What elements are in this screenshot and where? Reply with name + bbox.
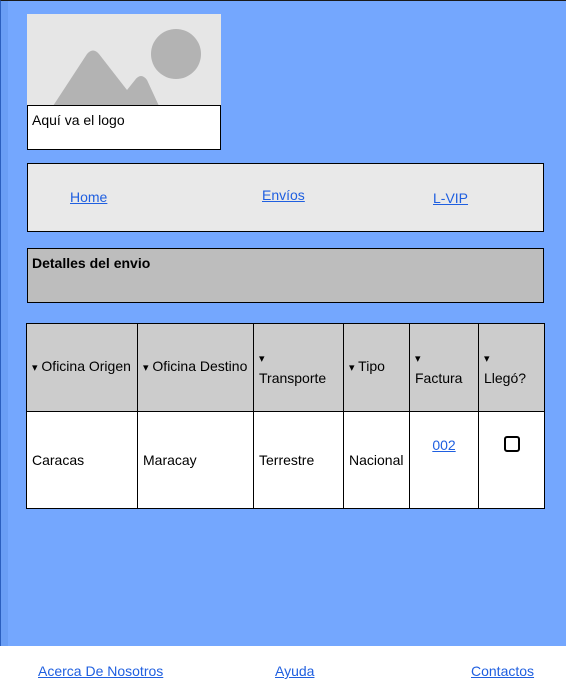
cell-origen: Caracas	[26, 411, 138, 509]
cell-tipo: Nacional	[343, 411, 410, 509]
sort-arrow-icon: ▾	[415, 352, 421, 365]
image-placeholder-icon	[53, 29, 201, 106]
column-header-transporte[interactable]: ▾ Transporte	[253, 323, 344, 412]
sort-arrow-icon: ▾	[259, 352, 265, 365]
sort-arrow-icon: ▾	[349, 362, 355, 374]
cell-factura: 002	[409, 411, 479, 509]
shipment-table: ▾ Oficina Origen ▾ Oficina Destino ▾ Tran…	[26, 323, 545, 509]
logo-placeholder-image	[27, 14, 221, 106]
column-header-label: Oficina Destino	[152, 358, 248, 374]
column-header-label: Factura	[415, 369, 463, 386]
sort-arrow-icon: ▾	[32, 362, 38, 374]
column-header-factura[interactable]: ▾ Factura	[409, 323, 479, 412]
footer-link-contacts[interactable]: Contactos	[471, 663, 534, 679]
column-header-label: Oficina Origen	[41, 358, 131, 374]
cell-transporte: Terrestre	[253, 411, 344, 509]
column-header-tipo[interactable]: ▾ Tipo	[343, 323, 410, 412]
column-header-origen[interactable]: ▾ Oficina Origen	[26, 323, 138, 412]
table-header-row: ▾ Oficina Origen ▾ Oficina Destino ▾ Tran…	[26, 323, 545, 412]
nav-link-lvip[interactable]: L-VIP	[433, 190, 468, 206]
footer-link-help[interactable]: Ayuda	[275, 663, 314, 679]
logo-caption: Aquí va el logo	[27, 105, 221, 150]
nav-link-envios[interactable]: Envíos	[262, 187, 305, 203]
sort-arrow-icon: ▾	[484, 352, 490, 365]
factura-link[interactable]: 002	[432, 437, 455, 453]
nav-link-home[interactable]: Home	[70, 189, 107, 205]
navigation-bar: Home Envíos L-VIP	[27, 163, 544, 232]
cell-llego	[478, 411, 545, 509]
details-header: Detalles del envio	[27, 248, 544, 303]
column-header-label: Tipo	[358, 358, 385, 374]
logo-block: Aquí va el logo	[27, 14, 221, 150]
arrived-checkbox[interactable]	[503, 436, 520, 452]
table-row: Caracas Maracay Terrestre Nacional 002	[26, 411, 545, 509]
column-header-label: Llegó?	[484, 369, 527, 386]
column-header-label: Transporte	[259, 369, 327, 386]
sort-arrow-icon: ▾	[143, 362, 149, 374]
column-header-llego[interactable]: ▾ Llegó?	[478, 323, 545, 412]
cell-destino: Maracay	[137, 411, 254, 509]
footer-link-about[interactable]: Acerca De Nosotros	[38, 663, 163, 679]
column-header-destino[interactable]: ▾ Oficina Destino	[137, 323, 254, 412]
